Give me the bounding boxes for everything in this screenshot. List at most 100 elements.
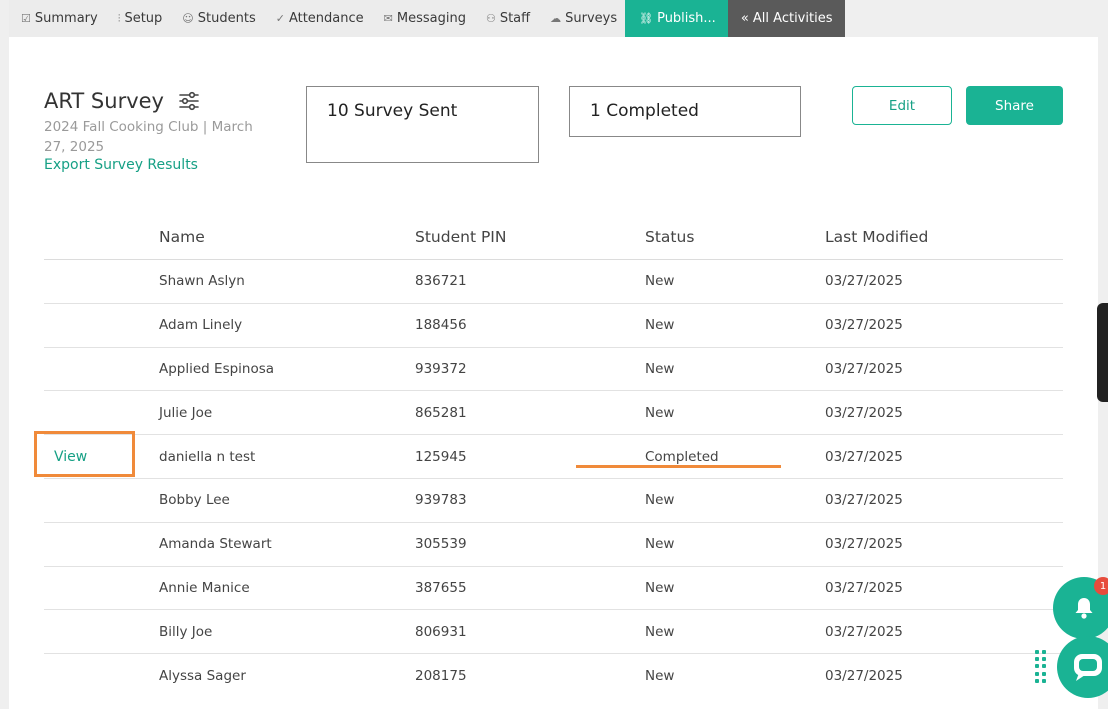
tab-publish[interactable]: ⛓ Publish... bbox=[625, 0, 728, 37]
messaging-icon: ✉ bbox=[383, 12, 393, 25]
sliders-icon[interactable] bbox=[178, 90, 200, 112]
page-title: ART Survey bbox=[44, 89, 164, 113]
response-status: New bbox=[645, 536, 675, 553]
tab-label: « All Activities bbox=[740, 11, 833, 26]
tab-label: Attendance bbox=[288, 11, 364, 26]
student-name: Bobby Lee bbox=[159, 492, 230, 509]
side-panel-tab[interactable] bbox=[1097, 303, 1108, 402]
tab-label: Staff bbox=[499, 11, 531, 26]
title-row: ART Survey bbox=[44, 89, 200, 113]
student-pin: 939372 bbox=[415, 360, 467, 377]
row-action: View bbox=[44, 449, 159, 465]
table-row[interactable]: Julie Joe 865281 New 03/27/2025 bbox=[44, 391, 1063, 436]
responses-table: Name Student PIN Status Last Modified Sh… bbox=[44, 215, 1063, 698]
student-name: Amanda Stewart bbox=[159, 536, 272, 553]
student-name: Alyssa Sager bbox=[159, 668, 246, 685]
students-icon: ☺ bbox=[182, 12, 194, 25]
student-pin: 305539 bbox=[415, 536, 467, 553]
table-row[interactable]: Shawn Aslyn 836721 New 03/27/2025 bbox=[44, 260, 1063, 304]
tab-summary[interactable]: ☑ Summary bbox=[9, 0, 106, 37]
chat-bubble-icon bbox=[1074, 654, 1102, 681]
staff-icon: ⚇ bbox=[485, 12, 496, 25]
last-modified: 03/27/2025 bbox=[825, 404, 903, 421]
view-response-link[interactable]: View bbox=[54, 449, 87, 465]
student-pin: 208175 bbox=[415, 668, 467, 685]
table-row[interactable]: Amanda Stewart 305539 New 03/27/2025 bbox=[44, 523, 1063, 567]
table-row[interactable]: Alyssa Sager 208175 New 03/27/2025 bbox=[44, 654, 1063, 698]
column-header-name: Name bbox=[159, 228, 205, 246]
all-activities-button[interactable]: « All Activities bbox=[727, 0, 846, 37]
stat-label: 10 Survey Sent bbox=[327, 101, 458, 121]
column-header-status: Status bbox=[645, 228, 695, 246]
last-modified: 03/27/2025 bbox=[825, 273, 903, 290]
surveys-completed-stat: 1 Completed bbox=[569, 86, 801, 137]
response-status: New bbox=[645, 360, 675, 377]
drag-handle[interactable] bbox=[1035, 650, 1047, 684]
last-modified: 03/27/2025 bbox=[825, 579, 903, 596]
student-name: Applied Espinosa bbox=[159, 360, 275, 377]
column-header-modified: Last Modified bbox=[825, 228, 929, 246]
table-header: Name Student PIN Status Last Modified bbox=[44, 215, 1063, 260]
share-button[interactable]: Share bbox=[966, 86, 1063, 125]
survey-subtitle: 2024 Fall Cooking Club | March 27, 2025 bbox=[44, 119, 253, 155]
tab-staff[interactable]: ⚇ Staff bbox=[474, 0, 538, 37]
student-pin: 836721 bbox=[415, 273, 467, 290]
response-status: New bbox=[645, 579, 675, 596]
stat-label: 1 Completed bbox=[590, 101, 699, 121]
last-modified: 03/27/2025 bbox=[825, 623, 903, 640]
summary-icon: ☑ bbox=[21, 12, 31, 25]
edit-button[interactable]: Edit bbox=[852, 86, 952, 125]
table-row[interactable]: Bobby Lee 939783 New 03/27/2025 bbox=[44, 479, 1063, 523]
student-name: Billy Joe bbox=[159, 623, 213, 640]
export-results-link[interactable]: Export Survey Results bbox=[44, 157, 198, 173]
surveys-sent-stat: 10 Survey Sent bbox=[306, 86, 539, 163]
tab-label: Setup bbox=[124, 11, 163, 26]
response-status: Completed bbox=[645, 448, 719, 465]
last-modified: 03/27/2025 bbox=[825, 536, 903, 553]
tab-label: Messaging bbox=[396, 11, 466, 26]
response-status: New bbox=[645, 273, 675, 290]
student-name: Adam Linely bbox=[159, 317, 243, 334]
student-name: daniella n test bbox=[159, 448, 256, 465]
column-header-pin: Student PIN bbox=[415, 228, 507, 246]
student-pin: 188456 bbox=[415, 317, 467, 334]
response-status: New bbox=[645, 404, 675, 421]
tab-surveys[interactable]: ☁ Surveys bbox=[538, 0, 625, 37]
student-pin: 939783 bbox=[415, 492, 467, 509]
surveys-icon: ☁ bbox=[550, 12, 562, 25]
student-pin: 806931 bbox=[415, 623, 467, 640]
last-modified: 03/27/2025 bbox=[825, 317, 903, 334]
tab-label: Summary bbox=[34, 11, 98, 26]
response-status: New bbox=[645, 492, 675, 509]
attendance-icon: ✓ bbox=[275, 12, 285, 25]
tab-label: Surveys bbox=[565, 11, 618, 26]
last-modified: 03/27/2025 bbox=[825, 492, 903, 509]
table-body: Shawn Aslyn 836721 New 03/27/2025 Adam Linel… bbox=[44, 260, 1063, 698]
table-row[interactable]: Billy Joe 806931 New 03/27/2025 bbox=[44, 610, 1063, 655]
last-modified: 03/27/2025 bbox=[825, 668, 903, 685]
setup-icon: ⫶ bbox=[117, 11, 121, 25]
table-row[interactable]: View daniella n test 125945 Completed 03/27/… bbox=[44, 435, 1063, 479]
response-status: New bbox=[645, 623, 675, 640]
table-row[interactable]: Adam Linely 188456 New 03/27/2025 bbox=[44, 304, 1063, 348]
tab-attendance[interactable]: ✓ Attendance bbox=[264, 0, 372, 37]
notification-badge: 1 bbox=[1094, 577, 1108, 595]
activity-nav: ☑ Summary ⫶ Setup ☺ Students ✓ Attendance ✉ M… bbox=[9, 0, 846, 37]
student-pin: 387655 bbox=[415, 579, 467, 596]
last-modified: 03/27/2025 bbox=[825, 448, 903, 465]
bell-icon bbox=[1075, 598, 1093, 619]
student-name: Shawn Aslyn bbox=[159, 273, 245, 290]
survey-card: ART Survey 2024 Fall Cooking Club | Marc… bbox=[9, 37, 1098, 709]
student-name: Julie Joe bbox=[159, 404, 213, 421]
response-status: New bbox=[645, 317, 675, 334]
tab-students[interactable]: ☺ Students bbox=[170, 0, 263, 37]
student-pin: 865281 bbox=[415, 404, 467, 421]
table-row[interactable]: Applied Espinosa 939372 New 03/27/2025 bbox=[44, 348, 1063, 392]
tab-label: Publish... bbox=[657, 11, 716, 26]
student-pin: 125945 bbox=[415, 448, 467, 465]
link-icon: ⛓ bbox=[639, 12, 654, 25]
tab-setup[interactable]: ⫶ Setup bbox=[106, 0, 171, 37]
tab-messaging[interactable]: ✉ Messaging bbox=[372, 0, 474, 37]
response-status: New bbox=[645, 668, 675, 685]
table-row[interactable]: Annie Manice 387655 New 03/27/2025 bbox=[44, 567, 1063, 611]
